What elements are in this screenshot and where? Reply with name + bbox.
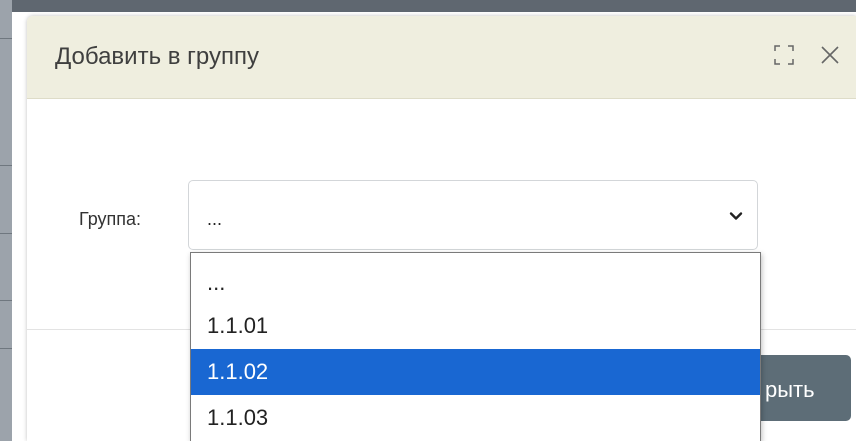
dialog-title: Добавить в группу bbox=[55, 43, 259, 70]
group-label: Группа: bbox=[79, 209, 142, 229]
dialog-header: Добавить в группу bbox=[27, 16, 856, 99]
close-dialog-button-label: рыть bbox=[765, 377, 815, 402]
chevron-down-icon bbox=[729, 212, 743, 220]
maximize-icon bbox=[774, 45, 794, 65]
group-option-highlighted[interactable]: 1.1.02 bbox=[191, 349, 760, 395]
group-option[interactable]: 1.1.03 bbox=[191, 395, 760, 441]
group-option[interactable]: ... bbox=[191, 260, 760, 306]
group-select-value: ... bbox=[207, 209, 223, 229]
group-option[interactable]: 1.1.01 bbox=[191, 303, 760, 349]
close-button[interactable] bbox=[817, 42, 843, 68]
maximize-button[interactable] bbox=[771, 42, 797, 68]
close-dialog-button[interactable]: рыть bbox=[747, 355, 851, 421]
close-icon bbox=[821, 46, 839, 64]
group-dropdown-list: ... 1.1.01 1.1.02 1.1.03 bbox=[190, 252, 761, 441]
background-page-strip bbox=[0, 0, 12, 441]
background-page-top bbox=[0, 0, 856, 12]
group-select[interactable]: ... bbox=[188, 180, 758, 250]
